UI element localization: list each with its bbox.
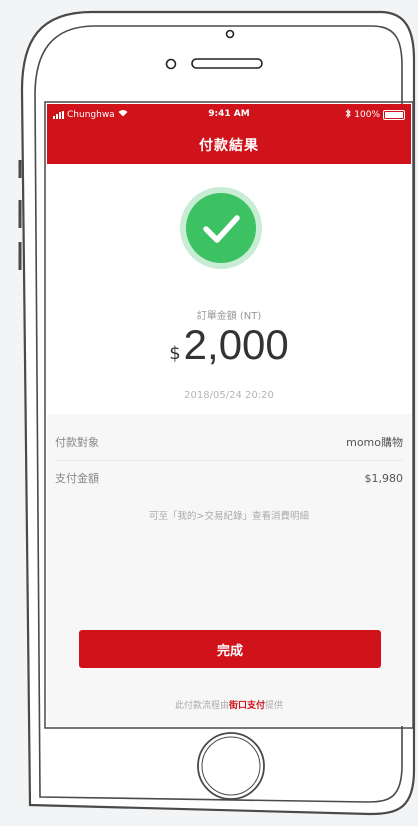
battery-percent: 100% bbox=[354, 110, 380, 120]
nav-bar: 付款結果 bbox=[47, 126, 411, 164]
done-button-label: 完成 bbox=[216, 643, 243, 659]
detail-label: 支付金額 bbox=[55, 472, 99, 485]
detail-row-paid-amount: 支付金額 $1,980 bbox=[55, 460, 403, 496]
detail-row-merchant: 付款對象 momo購物 bbox=[55, 424, 403, 461]
footer-suffix: 提供 bbox=[265, 701, 284, 711]
success-badge bbox=[180, 187, 262, 269]
detail-value: momo購物 bbox=[346, 436, 403, 449]
detail-value: $1,980 bbox=[364, 471, 404, 485]
checkmark-icon bbox=[203, 215, 240, 243]
amount-display: $ 2,000 bbox=[47, 321, 411, 369]
app-screen: Chunghwa 9:41 AM 100% 付款結果 訂單金額 (NT) $ 2… bbox=[47, 104, 411, 726]
footer-brand: 街口支付 bbox=[228, 701, 265, 711]
footer-credit: 此付款流程由街口支付提供 bbox=[47, 698, 411, 711]
detail-panel: 付款對象 momo購物 支付金額 $1,980 可至「我的>交易紀錄」查看消費明… bbox=[47, 414, 411, 726]
amount-label: 訂單金額 (NT) bbox=[196, 311, 262, 322]
battery-icon bbox=[383, 110, 405, 120]
history-note: 可至「我的>交易紀錄」查看消費明細 bbox=[149, 511, 309, 522]
footer-prefix: 此付款流程由 bbox=[174, 701, 229, 711]
transaction-datetime: 2018/05/24 20:20 bbox=[184, 390, 274, 401]
page-title: 付款結果 bbox=[199, 138, 259, 154]
order-amount: 2,000 bbox=[183, 321, 289, 368]
detail-label: 付款對象 bbox=[55, 436, 99, 449]
bluetooth-icon bbox=[345, 108, 351, 121]
status-bar: Chunghwa 9:41 AM 100% bbox=[47, 104, 411, 126]
currency-symbol: $ bbox=[169, 343, 181, 364]
done-button[interactable]: 完成 bbox=[79, 630, 381, 668]
